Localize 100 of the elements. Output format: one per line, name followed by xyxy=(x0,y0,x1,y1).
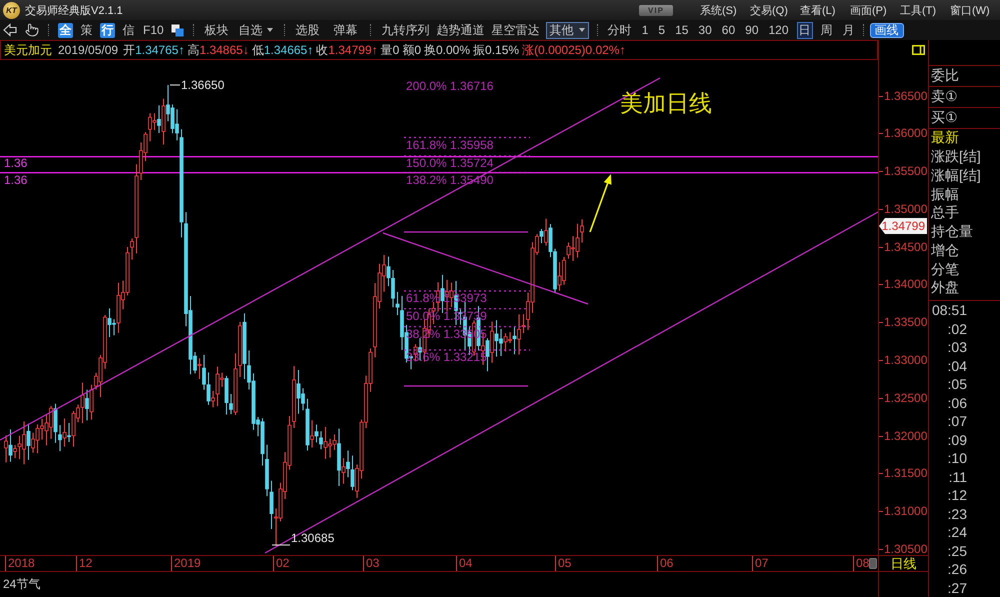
price-axis-label: 1.33500 xyxy=(879,315,928,330)
price-axis-label: 1.33000 xyxy=(879,353,928,368)
tick-time: :05 xyxy=(948,376,967,392)
current-price-tag: 1.34799 xyxy=(879,218,927,234)
period-tab[interactable]: 分时 xyxy=(606,22,634,38)
period-tab[interactable]: 日 xyxy=(796,22,813,38)
quote-panel-label: 持仓量 xyxy=(931,223,973,242)
chart-note: 美加日线 xyxy=(620,91,712,117)
price-axis-label: 1.35500 xyxy=(879,164,928,178)
indicator-button[interactable]: 趋势通道 xyxy=(436,22,486,38)
order-label: 买① xyxy=(931,109,958,127)
tick-time: :11 xyxy=(948,468,967,484)
quote-panel-label: 涨幅[结] xyxy=(931,166,981,185)
period-tab[interactable]: 30 xyxy=(696,22,714,38)
tick-time: :12 xyxy=(948,487,967,503)
price-axis-label: 1.36500 xyxy=(879,88,928,102)
time-axis-label: 07 xyxy=(752,556,768,571)
tool-button[interactable]: 选股 xyxy=(294,22,322,38)
quick-view-button[interactable]: 信 xyxy=(121,22,136,38)
price-axis-label: 1.30500 xyxy=(879,542,928,556)
scroll-handle[interactable] xyxy=(869,558,877,569)
menu-item[interactable]: 画面(P) xyxy=(850,2,900,18)
level-price-label: 1.36 xyxy=(4,156,28,170)
tick-time: :23 xyxy=(948,506,967,522)
fib-level-label: 200.0% 1.36716 xyxy=(406,79,494,93)
tick-time: :03 xyxy=(948,339,967,355)
period-tab[interactable]: 1 xyxy=(640,22,650,38)
time-axis-label: 04 xyxy=(456,556,472,571)
leader-line xyxy=(272,544,290,546)
quote-field: 高1.34865↓ xyxy=(187,42,249,58)
quick-view-button[interactable]: 全 xyxy=(58,22,73,38)
tick-time: :24 xyxy=(948,524,967,540)
order-label: 委比 xyxy=(931,67,959,85)
hand-pointer-icon[interactable] xyxy=(25,23,39,37)
period-tab[interactable]: 90 xyxy=(743,22,760,38)
quote-panel-label: 最新 xyxy=(931,129,959,148)
menu-item[interactable]: 窗口(W) xyxy=(950,2,1000,18)
tick-time: :25 xyxy=(948,542,967,558)
period-tab[interactable]: 月 xyxy=(840,22,857,38)
price-axis-label: 1.36000 xyxy=(879,126,928,140)
price-axis-label: 1.35000 xyxy=(879,202,928,216)
leader-line xyxy=(170,84,180,86)
quote-panel-label: 增仓 xyxy=(931,242,959,260)
indicator-button[interactable]: 星空雷达 xyxy=(490,22,541,38)
panel-toggle-icon[interactable] xyxy=(912,45,925,55)
chart-period-label: 日线 xyxy=(890,554,916,572)
time-axis-label: 2019 xyxy=(171,556,201,571)
quote-panel-label: 外盘 xyxy=(931,279,959,298)
quote-field: 换0.00% xyxy=(424,42,470,58)
fib-level-label: 161.8% 1.35958 xyxy=(406,138,494,152)
price-axis-label: 1.31000 xyxy=(879,504,928,518)
price-axis-label: 1.32000 xyxy=(879,428,928,443)
tool-button[interactable]: 弹幕 xyxy=(332,22,360,38)
time-axis-label: 06 xyxy=(657,556,674,571)
tick-time: :09 xyxy=(948,432,967,448)
draw-line-button[interactable]: 画线 xyxy=(870,22,904,38)
quick-view-button[interactable]: 行 xyxy=(100,22,115,38)
menu-item[interactable]: 查看(L) xyxy=(800,2,850,18)
tick-time: 08:51 xyxy=(932,302,967,318)
time-axis-label: 02 xyxy=(273,556,290,571)
indicator-button[interactable]: 九转序列 xyxy=(380,22,431,38)
menu-item[interactable]: 系统(S) xyxy=(700,2,750,18)
quick-view-button[interactable]: 策 xyxy=(79,22,94,38)
time-axis-label: 03 xyxy=(363,556,380,571)
quote-field: 额0 xyxy=(402,42,421,58)
quote-panel-label: 涨跌[结] xyxy=(931,148,981,166)
tick-time: :07 xyxy=(948,413,967,429)
window-title: 交易师经典版V2.1.1 xyxy=(25,4,123,18)
order-label: 卖① xyxy=(931,88,958,106)
quote-field: 开1.34765↑ xyxy=(123,42,184,58)
symbol-name: 美元加元 xyxy=(4,42,52,58)
menu-item[interactable]: 交易(Q) xyxy=(750,2,800,18)
time-axis-label: 12 xyxy=(76,556,92,571)
indicator-button[interactable]: 其他 xyxy=(546,22,589,38)
price-axis-label: 1.32500 xyxy=(879,390,928,405)
overlapping-squares-icon[interactable] xyxy=(170,24,184,36)
back-arrow-icon[interactable] xyxy=(3,23,17,37)
app-logo: KT xyxy=(3,2,20,18)
list-button[interactable]: 自选 xyxy=(236,22,275,38)
period-tab[interactable]: 120 xyxy=(766,22,791,38)
quote-field: 量0 xyxy=(380,42,400,58)
price-axis-label: 1.31500 xyxy=(879,466,928,480)
time-axis-label: 2018 xyxy=(5,556,35,571)
price-axis-label: 1.34500 xyxy=(879,240,928,254)
period-tab[interactable]: 15 xyxy=(673,22,690,38)
quote-field: 涨(0.00025)0.02%↑ xyxy=(522,42,626,58)
tick-time: :27 xyxy=(948,580,967,596)
quick-view-button[interactable]: F10 xyxy=(142,22,165,38)
period-tab[interactable]: 60 xyxy=(720,22,738,38)
status-label[interactable]: 24节气 xyxy=(3,577,40,591)
tick-time: :06 xyxy=(948,394,967,410)
period-tab[interactable]: 5 xyxy=(656,22,668,38)
quote-date: 2019/05/09 xyxy=(58,43,118,57)
quote-panel-label: 分笔 xyxy=(931,260,959,279)
list-button[interactable]: 板块 xyxy=(202,22,231,38)
period-tab[interactable]: 周 xyxy=(818,22,835,38)
time-axis-label: 05 xyxy=(555,556,572,571)
menu-item[interactable]: 工具(T) xyxy=(900,2,950,18)
arrow-annotation xyxy=(589,174,612,232)
quote-field: 振0.15% xyxy=(473,42,520,58)
